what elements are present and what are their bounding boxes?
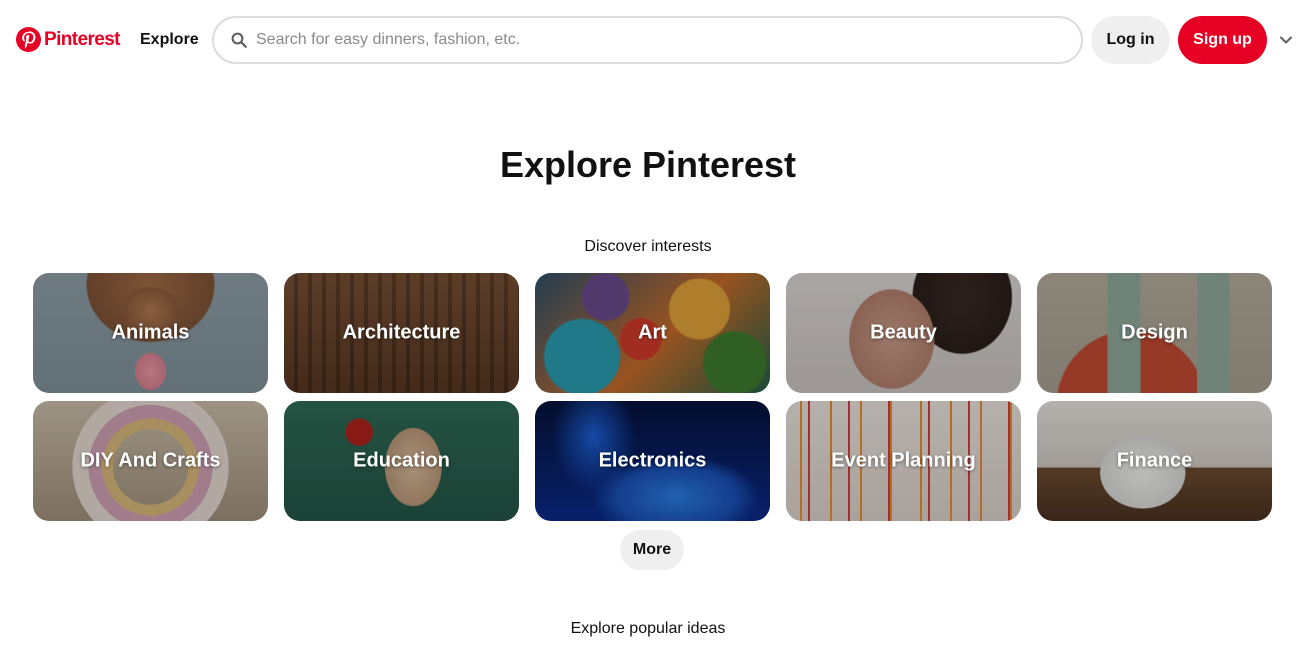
pinterest-logo-icon — [16, 27, 41, 52]
interest-label: Electronics — [598, 449, 707, 472]
interest-tile-architecture[interactable]: Architecture — [284, 273, 519, 393]
pinterest-logo[interactable]: Pinterest — [16, 27, 121, 52]
interest-label: Architecture — [342, 321, 461, 344]
nav-explore-link[interactable]: Explore — [140, 31, 199, 49]
interest-label: Animals — [111, 321, 190, 344]
interests-grid: Animals Architecture Art Beauty Design D… — [33, 273, 1273, 521]
interest-tile-beauty[interactable]: Beauty — [786, 273, 1021, 393]
interest-label: Art — [638, 321, 667, 344]
interest-tile-event-planning[interactable]: Event Planning — [786, 401, 1021, 521]
interest-label: Event Planning — [831, 449, 976, 472]
interest-label: DIY And Crafts — [80, 449, 221, 472]
interest-tile-animals[interactable]: Animals — [33, 273, 268, 393]
signup-button[interactable]: Sign up — [1178, 16, 1267, 64]
more-button[interactable]: More — [620, 530, 684, 570]
search-input[interactable] — [256, 31, 1036, 49]
search-bar[interactable] — [212, 16, 1083, 64]
interest-label: Beauty — [870, 321, 937, 344]
logo-text: Pinterest — [44, 28, 121, 50]
explore-popular-ideas-heading: Explore popular ideas — [570, 620, 726, 637]
page-title: Explore Pinterest — [499, 144, 797, 185]
search-icon — [231, 32, 247, 48]
top-nav: Pinterest Explore Log in Sign up — [0, 0, 1296, 82]
interest-tile-finance[interactable]: Finance — [1037, 401, 1272, 521]
login-button[interactable]: Log in — [1091, 16, 1170, 64]
interest-label: Education — [353, 449, 450, 472]
interest-tile-diy-and-crafts[interactable]: DIY And Crafts — [33, 401, 268, 521]
interest-label: Design — [1121, 321, 1188, 344]
interest-tile-art[interactable]: Art — [535, 273, 770, 393]
interest-tile-education[interactable]: Education — [284, 401, 519, 521]
interest-label: Finance — [1116, 449, 1193, 472]
discover-interests-heading: Discover interests — [584, 238, 712, 255]
interest-tile-electronics[interactable]: Electronics — [535, 401, 770, 521]
chevron-down-icon[interactable] — [1278, 32, 1294, 48]
interest-tile-design[interactable]: Design — [1037, 273, 1272, 393]
